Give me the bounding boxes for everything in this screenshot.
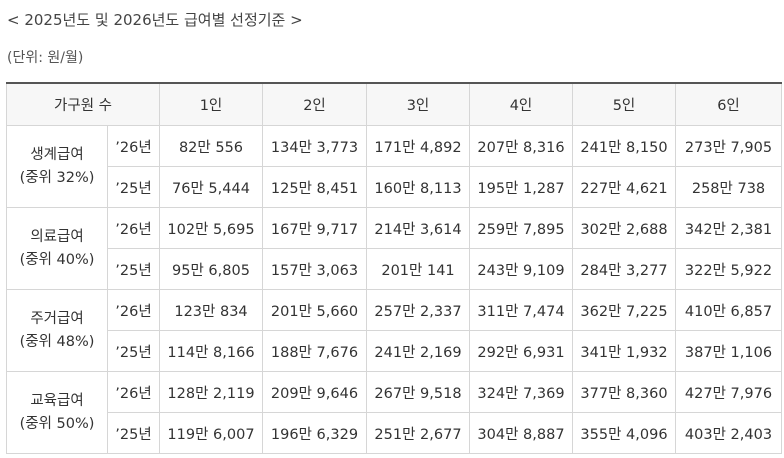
- category-name: 주거급여: [30, 310, 84, 327]
- value-cell: 387만 1,106: [675, 330, 782, 372]
- value-cell: 76만 5,444: [159, 166, 263, 208]
- value-cell: 322만 5,922: [675, 248, 782, 290]
- category-cell: 생계급여 (중위 32%): [6, 125, 108, 208]
- category-cell: 주거급여 (중위 48%): [6, 289, 108, 372]
- table-row: ’25년 114만 8,166 188만 7,676 241만 2,169 29…: [7, 330, 782, 372]
- value-cell: 311만 7,474: [469, 289, 573, 331]
- year-cell: ’26년: [107, 371, 160, 413]
- value-cell: 258만 738: [675, 166, 782, 208]
- value-cell: 119만 6,007: [159, 412, 263, 454]
- year-cell: ’26년: [107, 207, 160, 249]
- value-cell: 214만 3,614: [366, 207, 470, 249]
- value-cell: 410만 6,857: [675, 289, 782, 331]
- year-cell: ’25년: [107, 166, 160, 208]
- value-cell: 82만 556: [159, 125, 263, 167]
- header-col-2: 2인: [262, 82, 367, 126]
- value-cell: 241만 2,169: [366, 330, 470, 372]
- value-cell: 171만 4,892: [366, 125, 470, 167]
- value-cell: 273만 7,905: [675, 125, 782, 167]
- category-name: 생계급여: [30, 146, 84, 163]
- value-cell: 201만 5,660: [262, 289, 367, 331]
- value-cell: 362만 7,225: [572, 289, 676, 331]
- table-row: 주거급여 (중위 48%) ’26년 123만 834 201만 5,660 2…: [6, 289, 782, 372]
- header-row: 가구원 수 1인 2인 3인 4인 5인 6인: [6, 82, 782, 126]
- category-median: (중위 32%): [19, 169, 95, 186]
- value-cell: 324만 7,369: [469, 371, 573, 413]
- value-cell: 257만 2,337: [366, 289, 470, 331]
- value-cell: 284만 3,277: [572, 248, 676, 290]
- category-median: (중위 48%): [19, 333, 95, 350]
- value-cell: 227만 4,621: [572, 166, 676, 208]
- value-cell: 201만 141: [366, 248, 470, 290]
- page-title: < 2025년도 및 2026년도 급여별 선정기준 >: [7, 11, 303, 29]
- value-cell: 341만 1,932: [572, 330, 676, 372]
- value-cell: 267만 9,518: [366, 371, 470, 413]
- header-household: 가구원 수: [6, 82, 160, 126]
- year-cell: ’25년: [107, 330, 160, 372]
- value-cell: 167만 9,717: [262, 207, 367, 249]
- value-cell: 241만 8,150: [572, 125, 676, 167]
- table-row: 생계급여 (중위 32%) ’26년 82만 556 134만 3,773 17…: [6, 125, 782, 208]
- criteria-table: 가구원 수 1인 2인 3인 4인 5인 6인 생계급여 (중위 32%) ’2…: [6, 82, 782, 454]
- header-col-1: 1인: [159, 82, 263, 126]
- value-cell: 196만 6,329: [262, 412, 367, 454]
- value-cell: 403만 2,403: [675, 412, 782, 454]
- category-cell: 교육급여 (중위 50%): [6, 371, 108, 454]
- category-name: 의료급여: [30, 228, 84, 245]
- value-cell: 95만 6,805: [159, 248, 263, 290]
- header-col-5: 5인: [572, 82, 676, 126]
- value-cell: 377만 8,360: [572, 371, 676, 413]
- value-cell: 355만 4,096: [572, 412, 676, 454]
- table-row: ’25년 119만 6,007 196만 6,329 251만 2,677 30…: [7, 412, 782, 454]
- value-cell: 157만 3,063: [262, 248, 367, 290]
- value-cell: 125만 8,451: [262, 166, 367, 208]
- category-cell: 의료급여 (중위 40%): [6, 207, 108, 290]
- value-cell: 304만 8,887: [469, 412, 573, 454]
- value-cell: 134만 3,773: [262, 125, 367, 167]
- unit-note: (단위: 원/월): [7, 50, 84, 66]
- header-col-6: 6인: [675, 82, 782, 126]
- value-cell: 292만 6,931: [469, 330, 573, 372]
- table-row: ’25년 95만 6,805 157만 3,063 201만 141 243만 …: [7, 248, 782, 290]
- header-col-4: 4인: [469, 82, 573, 126]
- table-row: 의료급여 (중위 40%) ’26년 102만 5,695 167만 9,717…: [6, 207, 782, 290]
- category-median: (중위 50%): [19, 415, 95, 432]
- value-cell: 195만 1,287: [469, 166, 573, 208]
- year-cell: ’26년: [107, 125, 160, 167]
- value-cell: 160만 8,113: [366, 166, 470, 208]
- value-cell: 209만 9,646: [262, 371, 367, 413]
- category-name: 교육급여: [30, 392, 84, 409]
- year-cell: ’25년: [107, 412, 160, 454]
- value-cell: 128만 2,119: [159, 371, 263, 413]
- category-median: (중위 40%): [19, 251, 95, 268]
- value-cell: 427만 7,976: [675, 371, 782, 413]
- value-cell: 114만 8,166: [159, 330, 263, 372]
- table-row: ’25년 76만 5,444 125만 8,451 160만 8,113 195…: [7, 166, 782, 208]
- year-cell: ’26년: [107, 289, 160, 331]
- value-cell: 123만 834: [159, 289, 263, 331]
- table-row: 교육급여 (중위 50%) ’26년 128만 2,119 209만 9,646…: [6, 371, 782, 454]
- value-cell: 102만 5,695: [159, 207, 263, 249]
- value-cell: 251만 2,677: [366, 412, 470, 454]
- year-cell: ’25년: [107, 248, 160, 290]
- value-cell: 207만 8,316: [469, 125, 573, 167]
- value-cell: 342만 2,381: [675, 207, 782, 249]
- value-cell: 302만 2,688: [572, 207, 676, 249]
- header-col-3: 3인: [366, 82, 470, 126]
- value-cell: 188만 7,676: [262, 330, 367, 372]
- value-cell: 243만 9,109: [469, 248, 573, 290]
- value-cell: 259만 7,895: [469, 207, 573, 249]
